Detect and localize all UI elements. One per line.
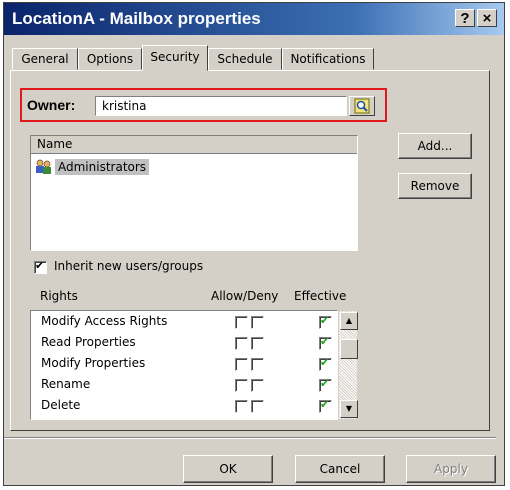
deny-checkbox[interactable] (251, 316, 264, 329)
tab-schedule[interactable]: Schedule (208, 48, 282, 70)
right-name: Delete (41, 398, 81, 412)
rights-row: Delete (31, 395, 337, 417)
group-icon (36, 159, 51, 174)
list-item-name: Administrators (55, 159, 150, 175)
rights-scrollbar[interactable]: ▲ ▼ (338, 310, 358, 420)
arrow-up-icon: ▲ (345, 316, 353, 325)
deny-checkbox[interactable] (251, 400, 264, 413)
right-name: Read Properties (41, 335, 136, 349)
effective-header: Effective (294, 289, 347, 303)
allow-checkbox[interactable] (235, 379, 248, 392)
tab-options[interactable]: Options (78, 48, 142, 70)
inherit-checkbox[interactable] (34, 259, 47, 274)
effective-checkbox (319, 335, 332, 350)
window-title: LocationA - Mailbox properties (12, 9, 261, 28)
effective-checkbox (319, 314, 332, 329)
tab-security[interactable]: Security (142, 45, 208, 71)
right-name: Modify Access Rights (41, 314, 168, 328)
effective-checkbox (319, 398, 332, 413)
allow-checkbox[interactable] (235, 337, 248, 350)
list-header-name[interactable]: Name (31, 136, 357, 154)
help-button[interactable]: ? (455, 9, 475, 27)
scroll-thumb[interactable] (340, 339, 358, 359)
effective-checkbox (319, 377, 332, 392)
bottom-divider (4, 437, 496, 439)
apply-button[interactable]: Apply (406, 455, 496, 483)
deny-checkbox[interactable] (251, 379, 264, 392)
remove-button[interactable]: Remove (398, 173, 472, 199)
scroll-up-button[interactable]: ▲ (340, 312, 358, 330)
rights-row: Modify Properties (31, 353, 337, 375)
deny-checkbox[interactable] (251, 358, 264, 371)
right-name: Modify Properties (41, 356, 146, 370)
rights-row: Modify Access Rights (31, 311, 337, 333)
arrow-down-icon: ▼ (345, 404, 353, 413)
users-list[interactable]: Name Administrators (30, 135, 358, 251)
allow-checkbox[interactable] (235, 358, 248, 371)
list-item[interactable]: Administrators (35, 158, 150, 176)
deny-checkbox[interactable] (251, 337, 264, 350)
rights-row: Read Properties (31, 332, 337, 354)
owner-browse-button[interactable] (349, 96, 375, 116)
cancel-button[interactable]: Cancel (295, 455, 385, 483)
tab-notifications[interactable]: Notifications (282, 48, 374, 70)
allow-checkbox[interactable] (235, 400, 248, 413)
close-button[interactable]: × (477, 9, 497, 27)
tab-general[interactable]: General (12, 48, 78, 70)
rights-header: Rights (40, 289, 78, 303)
inherit-label: Inherit new users/groups (54, 259, 204, 273)
allow-deny-header: Allow/Deny (211, 289, 279, 303)
rights-row: Rename (31, 374, 337, 396)
search-user-icon (354, 98, 370, 114)
allow-checkbox[interactable] (235, 316, 248, 329)
title-bar[interactable]: LocationA - Mailbox properties ? × (4, 3, 504, 35)
owner-label: Owner: (27, 97, 76, 113)
right-name: Rename (41, 377, 91, 391)
ok-button[interactable]: OK (183, 455, 273, 483)
scroll-down-button[interactable]: ▼ (340, 400, 358, 418)
effective-checkbox (319, 356, 332, 371)
add-button[interactable]: Add... (398, 133, 472, 159)
rights-list[interactable]: Modify Access Rights Read Properties Mod… (30, 310, 338, 420)
owner-input[interactable] (95, 96, 347, 116)
